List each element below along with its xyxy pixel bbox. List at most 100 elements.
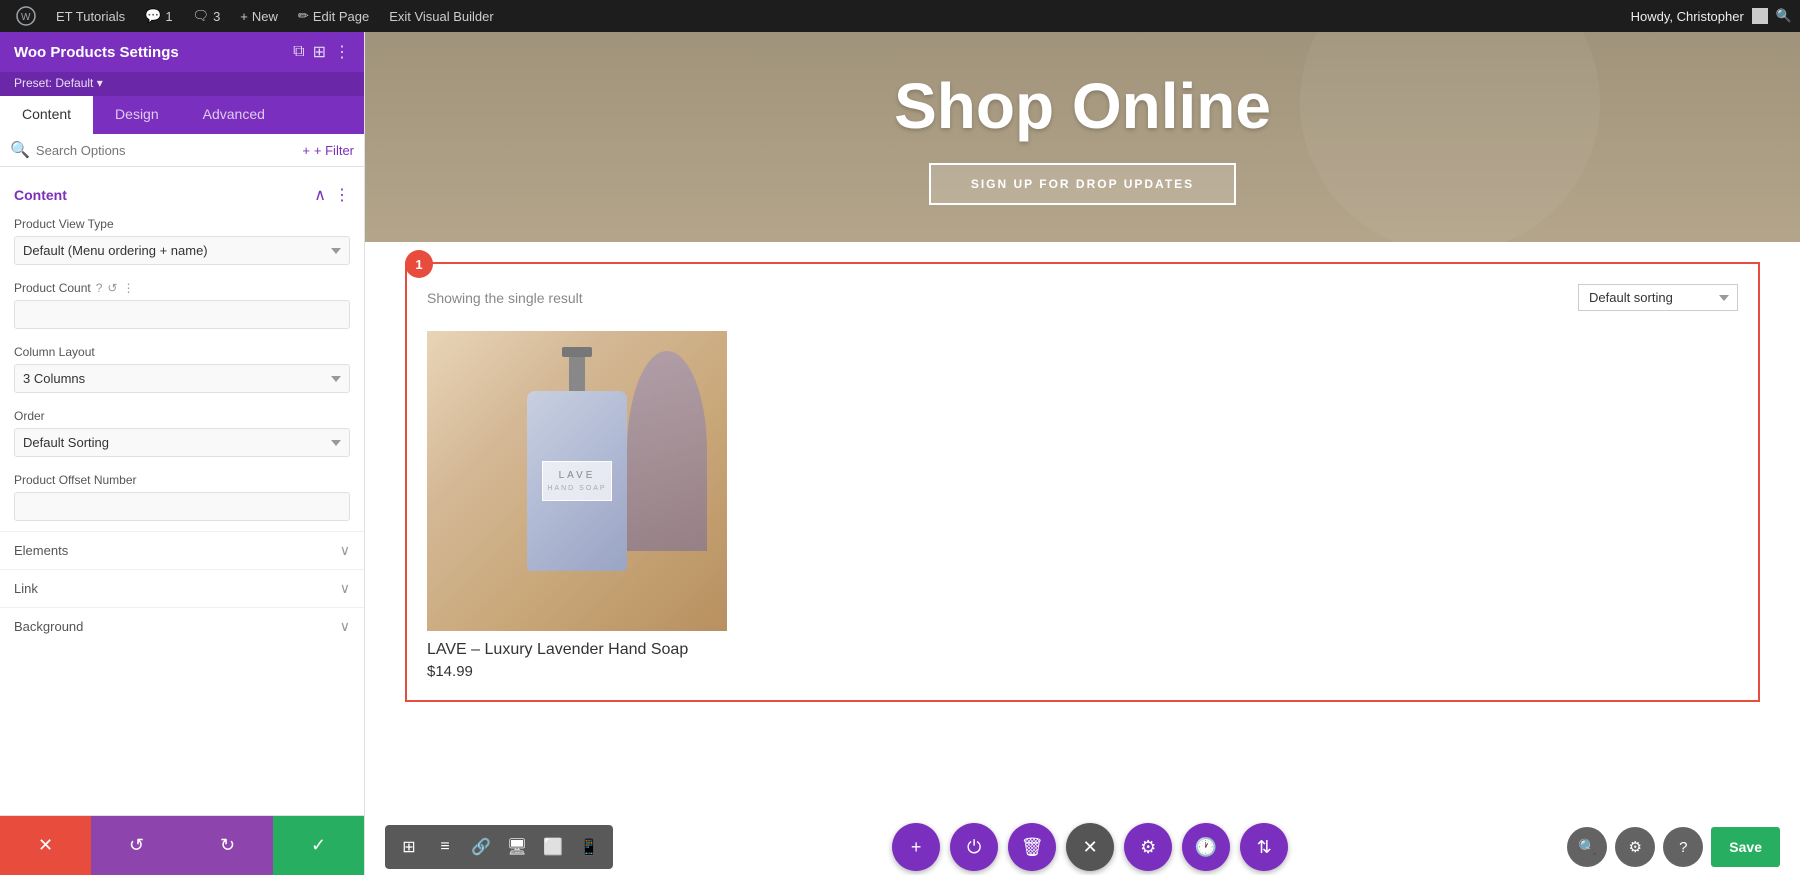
history-button[interactable]: 🕐 bbox=[1182, 823, 1230, 871]
left-panel: Woo Products Settings ⧉ ⊞ ⋮ Preset: Defa… bbox=[0, 32, 365, 875]
column-layout-select[interactable]: 3 Columns bbox=[14, 364, 350, 393]
product-offset-input[interactable]: 0 bbox=[14, 492, 350, 521]
redo-icon: ↻ bbox=[220, 835, 235, 856]
order-label: Order bbox=[14, 409, 350, 423]
toolbar-right-group: 🔍 ⚙ ? Save bbox=[1567, 827, 1780, 867]
panel-content: Content ∧ ⋮ Product View Type Default (M… bbox=[0, 167, 364, 815]
section-more-icon[interactable]: ⋮ bbox=[334, 185, 350, 205]
edit-page-label: Edit Page bbox=[313, 9, 369, 24]
soap-pump-head bbox=[562, 347, 592, 357]
check-icon: ✓ bbox=[311, 835, 326, 856]
layout-desktop-button[interactable]: 🖥 bbox=[501, 831, 533, 863]
exit-builder-label: Exit Visual Builder bbox=[389, 9, 494, 24]
power-icon: ⏻ bbox=[967, 837, 981, 858]
close-icon: ✕ bbox=[1083, 837, 1098, 858]
link-title: Link bbox=[14, 581, 38, 596]
mobile-icon: 📱 bbox=[579, 837, 599, 857]
product-view-type-label: Product View Type bbox=[14, 217, 350, 231]
sort-icon: ⇅ bbox=[1257, 837, 1272, 858]
elements-chevron-icon: ∨ bbox=[340, 542, 350, 559]
bubble-item[interactable]: 🗨 3 bbox=[185, 0, 229, 32]
soap-label-sub: HAND SOAP bbox=[547, 485, 607, 492]
hero-cta-button[interactable]: SIGN UP FOR DROP UPDATES bbox=[929, 163, 1236, 205]
settings-button[interactable]: ⚙ bbox=[1124, 823, 1172, 871]
soap-label-text: LAVE bbox=[547, 470, 607, 481]
checkmark-button[interactable]: ✓ bbox=[273, 816, 364, 875]
product-offset-group: Product Offset Number 0 bbox=[0, 467, 364, 531]
background-chevron-icon: ∨ bbox=[340, 618, 350, 635]
product-image: LAVE HAND SOAP bbox=[427, 331, 727, 631]
bottom-left-actions: ✕ ↺ ↻ bbox=[0, 816, 273, 875]
order-select[interactable]: Default Sorting bbox=[14, 428, 350, 457]
more-icon[interactable]: ⋮ bbox=[334, 42, 350, 62]
product-count-input[interactable]: 9 bbox=[14, 300, 350, 329]
tab-content[interactable]: Content bbox=[0, 96, 93, 134]
elements-section[interactable]: Elements ∨ bbox=[0, 531, 364, 569]
power-button[interactable]: ⏻ bbox=[950, 823, 998, 871]
layout-mobile-button[interactable]: 📱 bbox=[573, 831, 605, 863]
product-card: LAVE HAND SOAP LAVE – Luxury Lavender Ha… bbox=[427, 331, 727, 680]
section-header-icons: ∧ ⋮ bbox=[314, 185, 350, 205]
filter-label: + Filter bbox=[314, 143, 354, 158]
content-section-title: Content bbox=[14, 187, 67, 203]
new-label: New bbox=[252, 9, 278, 24]
product-count-group: Product Count ? ↺ ⋮ 9 bbox=[0, 275, 364, 339]
undo-button[interactable]: ↺ bbox=[91, 816, 182, 875]
help-circle-button[interactable]: ? bbox=[1663, 827, 1703, 867]
section-chevron-icon[interactable]: ∧ bbox=[314, 185, 326, 205]
close-button[interactable]: ✕ bbox=[1066, 823, 1114, 871]
search-bar: 🔍 + + Filter bbox=[0, 134, 364, 167]
preset-label: Preset: Default ▾ bbox=[14, 76, 103, 90]
preset-row[interactable]: Preset: Default ▾ bbox=[0, 72, 364, 96]
reset-icon[interactable]: ↺ bbox=[107, 281, 117, 295]
bottom-toolbar: ⊞ ≡ 🔗 🖥 ⬜ 📱 bbox=[365, 819, 1800, 875]
save-button[interactable]: Save bbox=[1711, 827, 1780, 867]
main-row: Woo Products Settings ⧉ ⊞ ⋮ Preset: Defa… bbox=[0, 32, 1800, 875]
et-tutorials-item[interactable]: ET Tutorials bbox=[48, 0, 133, 32]
comment-item[interactable]: 💬 1 bbox=[137, 0, 180, 32]
lavender-decoration bbox=[627, 351, 707, 551]
panel-header-icons: ⧉ ⊞ ⋮ bbox=[293, 42, 350, 62]
grid-icon[interactable]: ⊞ bbox=[313, 42, 326, 62]
more-options-icon[interactable]: ⋮ bbox=[122, 281, 134, 295]
link-chevron-icon: ∨ bbox=[340, 580, 350, 597]
layout-rows-button[interactable]: ≡ bbox=[429, 831, 461, 863]
grid-layout-icon: ⊞ bbox=[402, 837, 415, 857]
search-circle-button[interactable]: 🔍 bbox=[1567, 827, 1607, 867]
layout-grid-button[interactable]: ⊞ bbox=[393, 831, 425, 863]
help-icon[interactable]: ? bbox=[96, 281, 103, 295]
layout-link-button[interactable]: 🔗 bbox=[465, 831, 497, 863]
layout-tablet-button[interactable]: ⬜ bbox=[537, 831, 569, 863]
redo-button[interactable]: ↻ bbox=[182, 816, 273, 875]
product-count-label-row: Product Count ? ↺ ⋮ bbox=[14, 281, 350, 295]
search-input[interactable] bbox=[36, 143, 296, 158]
comment-count: 1 bbox=[165, 9, 172, 24]
copy-icon[interactable]: ⧉ bbox=[293, 43, 304, 61]
link-section[interactable]: Link ∨ bbox=[0, 569, 364, 607]
wp-logo-item[interactable]: W bbox=[8, 0, 44, 32]
sort-select[interactable]: Default sorting bbox=[1578, 284, 1738, 311]
background-section[interactable]: Background ∨ bbox=[0, 607, 364, 645]
product-view-type-select[interactable]: Default (Menu ordering + name) bbox=[14, 236, 350, 265]
product-view-type-group: Product View Type Default (Menu ordering… bbox=[0, 211, 364, 275]
delete-icon: 🗑 bbox=[1021, 837, 1044, 858]
soap-pump bbox=[569, 351, 585, 391]
product-area: 1 Showing the single result Default sort… bbox=[365, 242, 1800, 875]
add-module-button[interactable]: + bbox=[892, 823, 940, 871]
search-icon[interactable]: 🔍 bbox=[1776, 8, 1792, 24]
delete-button[interactable]: 🗑 bbox=[1008, 823, 1056, 871]
et-tutorials-label: ET Tutorials bbox=[56, 9, 125, 24]
exit-builder-item[interactable]: Exit Visual Builder bbox=[381, 0, 502, 32]
new-item[interactable]: + New bbox=[232, 0, 286, 32]
sort-button[interactable]: ⇅ bbox=[1240, 823, 1288, 871]
filter-button[interactable]: + + Filter bbox=[302, 143, 354, 158]
discard-button[interactable]: ✕ bbox=[0, 816, 91, 875]
tab-advanced[interactable]: Advanced bbox=[181, 96, 287, 134]
soap-label: LAVE HAND SOAP bbox=[542, 461, 612, 501]
product-offset-label: Product Offset Number bbox=[14, 473, 350, 487]
settings-circle-button[interactable]: ⚙ bbox=[1615, 827, 1655, 867]
settings-icon: ⚙ bbox=[1140, 837, 1156, 858]
panel-title: Woo Products Settings bbox=[14, 44, 283, 61]
edit-page-item[interactable]: ✏ Edit Page bbox=[290, 0, 377, 32]
tab-design[interactable]: Design bbox=[93, 96, 181, 134]
